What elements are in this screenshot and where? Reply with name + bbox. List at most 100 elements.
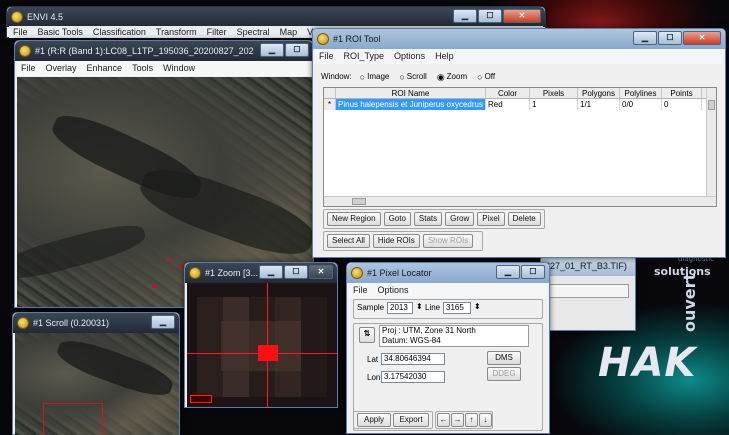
envi-menu-transform[interactable]: Transform [156,26,197,38]
horizontal-scrollbar[interactable] [324,196,716,206]
envi-menu-spectral[interactable]: Spectral [237,26,270,38]
projection-info: Proj : UTM, Zone 31 North Datum: WGS-84 [379,325,529,347]
envi-menu-filter[interactable]: Filter [207,26,227,38]
delete-button[interactable]: Delete [507,212,541,226]
pixel-button[interactable]: Pixel [477,212,505,226]
image-window-titlebar: #1 (R:R (Band 1):LC08_L1TP_195036_202008… [15,41,313,61]
envi-menu-file[interactable]: File [13,26,28,38]
column-header-polygons[interactable]: Polygons [578,88,620,98]
envi-globe-icon [11,11,23,23]
column-header-roi-name[interactable]: ROI Name [336,88,486,98]
roi-menu-help[interactable]: Help [435,49,454,64]
vertical-scrollbar[interactable] [706,88,716,196]
envi-menu-map[interactable]: Map [280,26,298,38]
radio-image[interactable]: ○ Image [360,71,390,83]
minimize-button[interactable]: ▁ [496,265,520,279]
radio-zoom-icon[interactable]: ◉ [437,71,445,83]
column-header-points[interactable]: Points [662,88,702,98]
minimize-button[interactable]: ▁ [260,43,284,57]
minimize-button[interactable]: ▁ [151,315,175,329]
minimize-button[interactable]: ▁ [259,265,283,279]
goto-button[interactable]: Goto [383,212,411,226]
sample-spinner-icon[interactable]: ⬍ [416,302,423,311]
export-button[interactable]: Export [393,413,429,427]
line-label: Line [425,303,441,312]
radio-off-icon[interactable]: ○ [477,71,482,83]
minimize-button[interactable]: ▁ [453,9,477,23]
locator-menu-file[interactable]: File [353,283,368,298]
maximize-button[interactable]: ☐ [658,31,682,45]
select-all-button[interactable]: Select All [327,234,370,248]
image-menu-overlay[interactable]: Overlay [46,61,77,76]
roi-menu-roi-type[interactable]: ROI_Type [344,49,385,64]
lat-input[interactable]: 34.80646394 [381,353,445,365]
maximize-button[interactable]: ☐ [521,265,545,279]
roi-menu-file[interactable]: File [319,49,334,64]
pixels-cell[interactable]: 1 [530,99,578,110]
arrow-down-icon[interactable]: ↓ [479,413,492,427]
scroll-image[interactable] [15,333,179,435]
polylines-cell[interactable]: 0/0 [620,99,662,110]
zoom-image[interactable] [187,283,337,407]
show-rois-button[interactable]: Show ROIs [422,234,474,248]
image-menu-file[interactable]: File [21,61,36,76]
image-menu-tools[interactable]: Tools [132,61,153,76]
roi-color-cell[interactable]: Red [486,99,530,110]
pixel-locator-title: #1 Pixel Locator [367,268,432,278]
maximize-button[interactable]: ☐ [284,265,308,279]
line-spinner-icon[interactable]: ⬍ [474,302,481,311]
points-cell[interactable]: 0 [662,99,702,110]
arrow-up-icon[interactable]: ↑ [465,413,478,427]
roi-table: ROI Name Color Pixels Polygons Polylines Poin… [323,87,717,207]
swap-projection-icon[interactable]: ⇅ [359,327,375,343]
radio-scroll-icon[interactable]: ○ [399,71,404,83]
image-menu-window[interactable]: Window [163,61,195,76]
close-button[interactable]: ✕ [503,9,541,23]
column-header-color[interactable]: Color [486,88,530,98]
arrow-left-icon[interactable]: ← [437,413,450,427]
datum-text: Datum: WGS-84 [382,336,441,345]
roi-tool-menubar: File ROI_Type Options Help [315,49,723,64]
dms-button[interactable]: DMS [487,351,521,365]
lon-input[interactable]: 3.17542030 [381,371,445,383]
radio-scroll[interactable]: ○ Scroll [399,71,426,83]
column-header-pixels[interactable]: Pixels [530,88,578,98]
roi-table-header: ROI Name Color Pixels Polygons Polylines Poin… [324,88,706,99]
minimize-button[interactable]: ▁ [633,31,657,45]
close-button[interactable]: ✕ [309,265,333,279]
desktop-ouvert-text: ouvert [680,272,699,332]
window-label: Window: [321,72,352,81]
column-header-polylines[interactable]: Polylines [620,88,662,98]
arrow-right-icon[interactable]: → [451,413,464,427]
roi-name-cell[interactable]: Pinus halepensis et Juniperus oxycedrus [336,99,486,110]
stats-button[interactable]: Stats [413,212,443,226]
pixel-locator-window: #1 Pixel Locator ▁ ☐ File Options Sample … [346,262,550,434]
radio-zoom[interactable]: ◉ Zoom [437,71,467,83]
image-menu-enhance[interactable]: Enhance [87,61,123,76]
locator-menu-options[interactable]: Options [378,283,409,298]
lat-label: Lat [367,355,379,364]
image-window-menubar: File Overlay Enhance Tools Window [17,61,311,76]
apply-button[interactable]: Apply [357,413,391,427]
radio-off[interactable]: ○ Off [477,71,495,83]
zoom-window-title: #1 Zoom [3... [205,268,259,278]
close-button[interactable]: ✕ [683,31,721,45]
line-input[interactable]: 3165 [443,302,471,314]
polygons-cell[interactable]: 1/1 [578,99,620,110]
window-radio-group: Window: ○ Image ○ Scroll ◉ Zoom ○ Off [321,71,495,83]
sample-input[interactable]: 2013 [387,302,413,314]
grow-button[interactable]: Grow [445,212,475,226]
envi-menu-classification[interactable]: Classification [93,26,146,38]
maximize-button[interactable]: ☐ [285,43,309,57]
scroll-view-box[interactable] [43,403,103,435]
envi-globe-icon [189,267,201,279]
radio-image-icon[interactable]: ○ [360,71,365,83]
ddeg-button[interactable]: DDEG [487,367,521,381]
new-region-button[interactable]: New Region [327,212,381,226]
roi-menu-options[interactable]: Options [394,49,425,64]
maximize-button[interactable]: ☐ [478,9,502,23]
zoom-control-buttons[interactable] [190,395,212,403]
hide-rois-button[interactable]: Hide ROIs [372,234,420,248]
envi-menu-basic-tools[interactable]: Basic Tools [38,26,83,38]
table-row[interactable]: * Pinus halepensis et Juniperus oxycedrus… [324,99,706,110]
